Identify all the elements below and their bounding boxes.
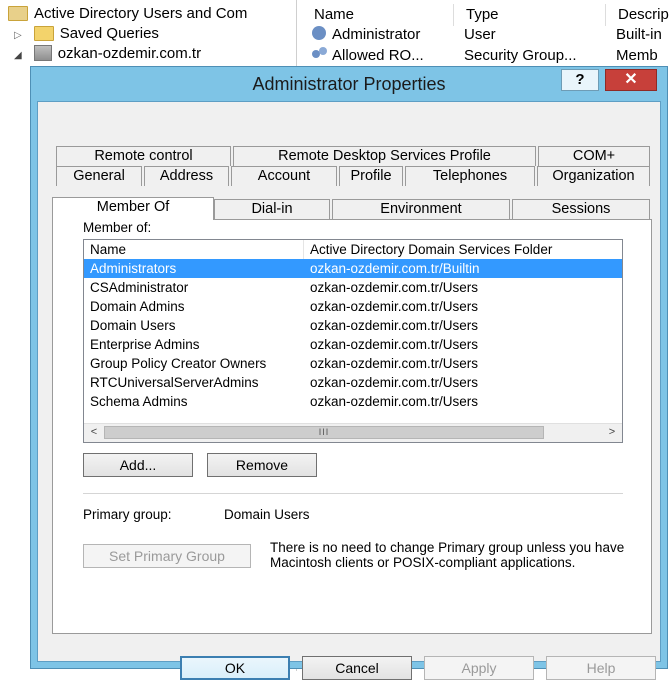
tab-remote-control[interactable]: Remote control [56,146,231,166]
tab-address[interactable]: Address [144,166,229,186]
scroll-thumb[interactable]: III [104,426,544,439]
group-folder: ozkan-ozdemir.com.tr/Users [310,280,479,295]
collapse-arrow-icon[interactable]: ◢ [14,50,22,61]
column-header-description[interactable]: Descrip [608,4,670,26]
set-primary-group-button[interactable]: Set Primary Group [83,544,251,568]
column-header-type[interactable]: Type [456,4,606,26]
group-folder: ozkan-ozdemir.com.tr/Users [310,299,479,314]
column-header-name[interactable]: Name [84,240,304,259]
tree-root-label: Active Directory Users and Com [34,5,248,22]
domain-icon [33,45,52,62]
folder-icon [33,25,54,41]
separator [83,493,623,494]
member-of-list[interactable]: Name Active Directory Domain Services Fo… [83,239,623,443]
console-icon [8,5,28,21]
tab-profile[interactable]: Profile [339,166,403,186]
tree-item-domain[interactable]: ◢ ozkan-ozdemir.com.tr [14,44,201,64]
tab-organization[interactable]: Organization [537,166,650,186]
group-folder: ozkan-ozdemir.com.tr/Users [310,375,479,390]
help-button[interactable]: Help [546,656,656,680]
close-button[interactable]: ✕ [605,69,657,91]
group-icon [312,47,328,61]
tab-dial-in[interactable]: Dial-in [214,199,330,219]
table-row[interactable]: Group Policy Creator Owners ozkan-ozdemi… [84,354,622,373]
list-item-type: User [464,26,496,43]
user-icon [312,26,326,41]
cancel-button[interactable]: Cancel [302,656,412,680]
group-folder: ozkan-ozdemir.com.tr/Users [310,394,479,409]
list-item[interactable]: Administrator [312,25,420,45]
group-name: Domain Admins [90,299,185,314]
apply-button[interactable]: Apply [424,656,534,680]
remove-button[interactable]: Remove [207,453,317,477]
list-header: Name Active Directory Domain Services Fo… [84,240,622,260]
help-title-button[interactable]: ? [561,69,599,91]
group-name: CSAdministrator [90,280,189,295]
table-row[interactable]: Domain Users ozkan-ozdemir.com.tr/Users [84,316,622,335]
member-of-label: Member of: [83,220,152,235]
group-folder: ozkan-ozdemir.com.tr/Users [310,318,479,333]
tab-account[interactable]: Account [231,166,337,186]
list-item-desc: Built-in [616,26,662,43]
column-header-folder[interactable]: Active Directory Domain Services Folder [304,240,622,259]
table-row[interactable]: Schema Admins ozkan-ozdemir.com.tr/Users [84,392,622,411]
tab-sessions[interactable]: Sessions [512,199,650,219]
tab-com-plus[interactable]: COM+ [538,146,650,166]
properties-dialog: Administrator Properties ? ✕ Remote cont… [30,66,668,680]
group-name: Enterprise Admins [90,337,200,352]
tab-telephones[interactable]: Telephones [405,166,535,186]
column-header-name[interactable]: Name [304,4,454,26]
tree-root[interactable]: Active Directory Users and Com [8,4,247,24]
group-name: RTCUniversalServerAdmins [90,375,259,390]
group-name: Administrators [90,261,177,276]
group-folder: ozkan-ozdemir.com.tr/Users [310,356,479,371]
list-item-name: Allowed RO... [332,47,424,64]
table-row[interactable]: CSAdministrator ozkan-ozdemir.com.tr/Use… [84,278,622,297]
table-row[interactable]: RTCUniversalServerAdmins ozkan-ozdemir.c… [84,373,622,392]
horizontal-scrollbar[interactable]: < III > [84,423,622,442]
tab-remote-desktop-services-profile[interactable]: Remote Desktop Services Profile [233,146,536,166]
group-name: Schema Admins [90,394,188,409]
scroll-right-icon[interactable]: > [603,424,621,441]
ok-button[interactable]: OK [180,656,290,680]
group-folder: ozkan-ozdemir.com.tr/Users [310,337,479,352]
tab-member-of[interactable]: Member Of [52,197,214,220]
list-item-desc: Memb [616,47,658,64]
primary-group-label: Primary group: [83,507,172,522]
tab-environment[interactable]: Environment [332,199,510,219]
list-item[interactable]: Allowed RO... [312,46,424,66]
table-row[interactable]: Enterprise Admins ozkan-ozdemir.com.tr/U… [84,335,622,354]
tree-item-label: Saved Queries [59,25,159,42]
list-item-type: Security Group... [464,47,577,64]
group-folder: ozkan-ozdemir.com.tr/Builtin [310,261,480,276]
expand-arrow-icon[interactable]: ▷ [14,30,22,41]
dialog-client-area: Remote control Remote Desktop Services P… [37,101,661,680]
add-button[interactable]: Add... [83,453,193,477]
list-item-name: Administrator [332,26,421,43]
tree-item-saved-queries[interactable]: ▷ Saved Queries [14,24,159,44]
primary-group-value: Domain Users [224,507,310,522]
group-name: Group Policy Creator Owners [90,356,267,371]
group-name: Domain Users [90,318,176,333]
scroll-left-icon[interactable]: < [85,424,103,441]
table-row[interactable]: Administrators ozkan-ozdemir.com.tr/Buil… [84,259,622,278]
table-row[interactable]: Domain Admins ozkan-ozdemir.com.tr/Users [84,297,622,316]
tab-general[interactable]: General [56,166,142,186]
tree-item-label: ozkan-ozdemir.com.tr [57,45,202,62]
primary-group-note: There is no need to change Primary group… [270,540,625,570]
